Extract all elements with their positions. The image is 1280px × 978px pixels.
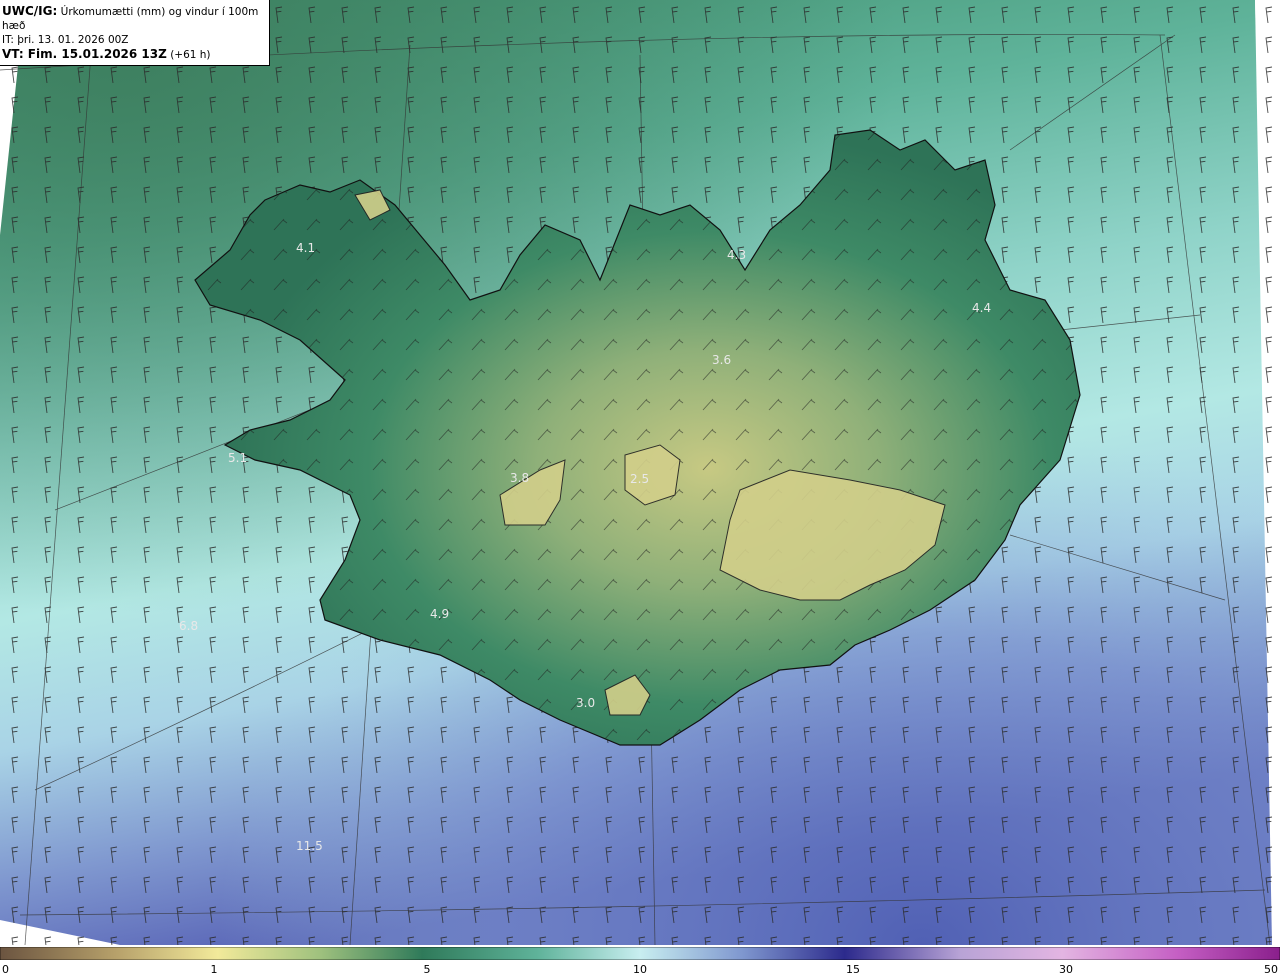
valid-time: VT: Fim. 15.01.2026 13Z <box>2 47 167 61</box>
value-label-3-0: 3.0 <box>576 696 595 710</box>
map-title-box: UWC/IG: Úrkomumætti (mm) og vindur í 100… <box>0 0 270 66</box>
valid-time-line: VT: Fim. 15.01.2026 13Z (+61 h) <box>2 47 264 62</box>
colorbar-tick-30: 30 <box>1059 963 1073 976</box>
forecast-map: 4.1 4.3 4.4 3.6 5.1 3.8 2.5 4.9 6.8 3.0 … <box>0 0 1280 945</box>
value-label-3-8: 3.8 <box>510 471 529 485</box>
lead-time: (+61 h) <box>170 49 211 61</box>
value-label-4-3: 4.3 <box>727 248 746 262</box>
value-label-6-8: 6.8 <box>179 619 198 633</box>
colorbar-tick-1: 1 <box>210 963 218 976</box>
value-label-3-6: 3.6 <box>712 353 731 367</box>
product-code: UWC/IG: <box>2 4 58 18</box>
value-label-4-4: 4.4 <box>972 301 991 315</box>
value-label-4-1: 4.1 <box>296 241 315 255</box>
colorbar-tick-0: 0 <box>2 963 9 976</box>
colorbar-tick-50: 50 <box>1264 963 1278 976</box>
colorbar-tick-10: 10 <box>633 963 647 976</box>
product-line: UWC/IG: Úrkomumætti (mm) og vindur í 100… <box>2 4 264 33</box>
value-label-4-9: 4.9 <box>430 607 449 621</box>
colorbar-tick-5: 5 <box>423 963 431 976</box>
value-label-11-5: 11.5 <box>296 839 323 853</box>
colorbar <box>0 947 1280 960</box>
value-label-5-1: 5.1 <box>228 451 247 465</box>
init-time: IT: þri. 13. 01. 2026 00Z <box>2 34 129 46</box>
value-label-2-5: 2.5 <box>630 472 649 486</box>
colorbar-tick-15: 15 <box>846 963 860 976</box>
